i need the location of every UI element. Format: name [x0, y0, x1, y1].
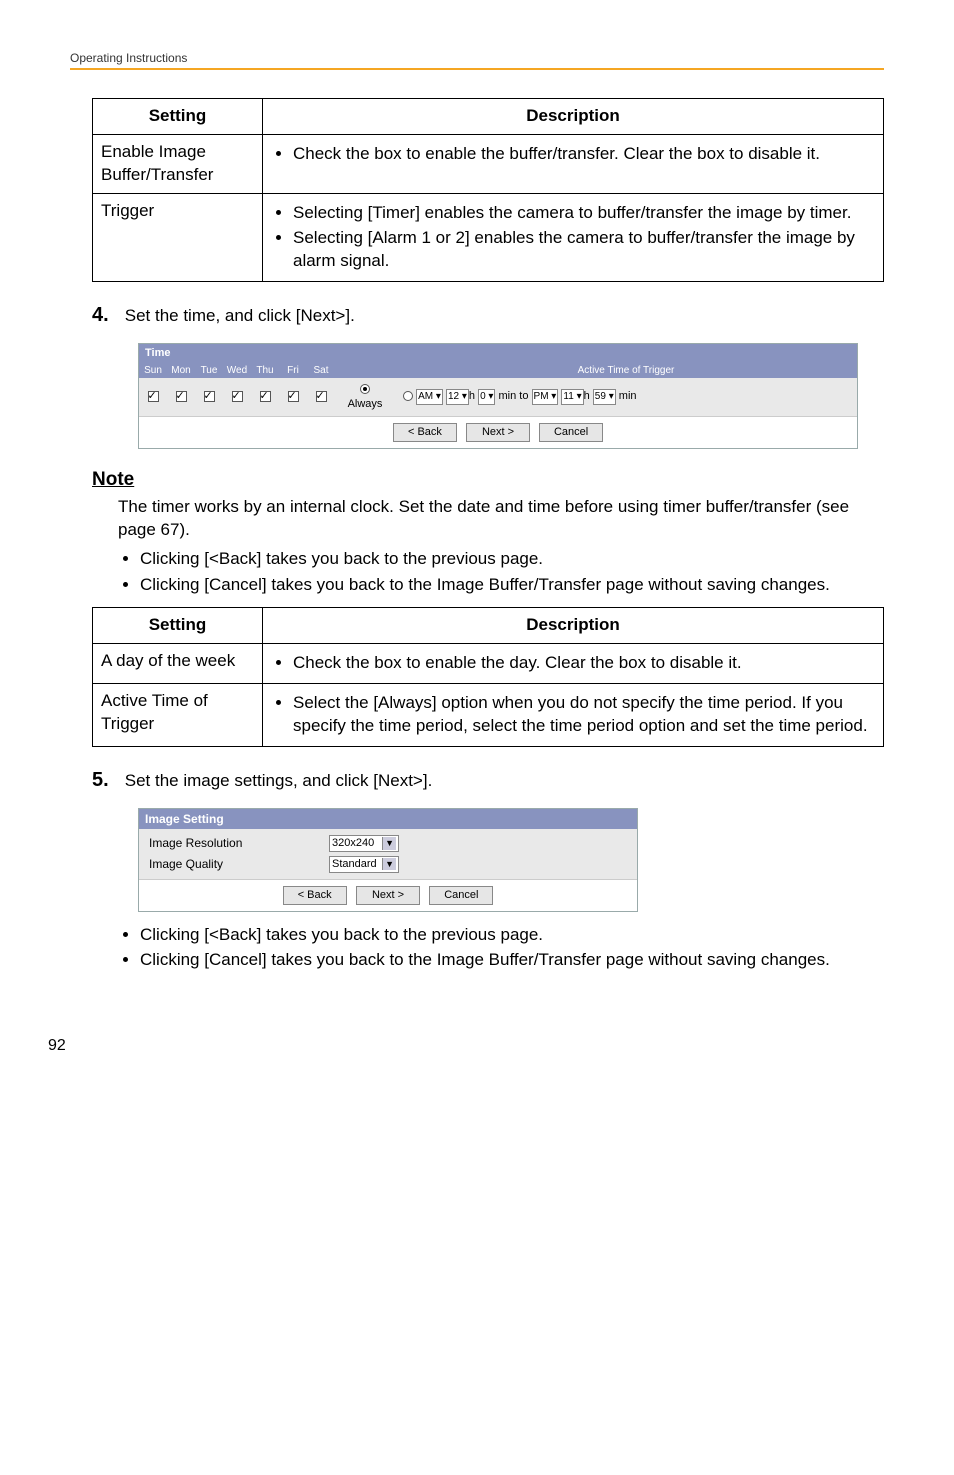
- cell-desc: Check the box to enable the buffer/trans…: [263, 135, 884, 194]
- step-text: Set the image settings, and click [Next>…: [125, 771, 433, 790]
- image-quality-select[interactable]: Standard▼: [329, 856, 399, 873]
- day-head: Sun: [139, 363, 167, 379]
- step-5: 5. Set the image settings, and click [Ne…: [92, 767, 884, 794]
- table-row: Trigger Selecting [Timer] enables the ca…: [93, 194, 884, 282]
- list-item: Clicking [<Back] takes you back to the p…: [140, 924, 884, 947]
- days-value-row: Always AM ▾ 12 ▾h 0 ▾ min to PM ▾ 11 ▾h …: [139, 378, 857, 416]
- ampm-select-2[interactable]: PM ▾: [532, 389, 559, 405]
- next-button[interactable]: Next >: [356, 886, 420, 905]
- page-number: 92: [48, 1035, 66, 1057]
- table-row: A day of the week Check the box to enabl…: [93, 644, 884, 684]
- always-label: Always: [348, 398, 383, 410]
- th-setting: Setting: [93, 608, 263, 644]
- page-header: Operating Instructions: [70, 50, 884, 70]
- day-checkbox-fri[interactable]: [288, 391, 299, 402]
- day-head: Thu: [251, 363, 279, 379]
- day-checkbox-tue[interactable]: [204, 391, 215, 402]
- note-bullet: Clicking [Cancel] takes you back to the …: [140, 574, 884, 597]
- list-item: Clicking [Cancel] takes you back to the …: [140, 949, 884, 972]
- day-checkbox-sat[interactable]: [316, 391, 327, 402]
- day-checkbox-mon[interactable]: [176, 391, 187, 402]
- day-checkbox-wed[interactable]: [232, 391, 243, 402]
- settings-table-1: Setting Description Enable Image Buffer/…: [92, 98, 884, 282]
- button-row: < Back Next > Cancel: [139, 879, 637, 911]
- back-button[interactable]: < Back: [283, 886, 347, 905]
- period-radio[interactable]: [403, 391, 413, 401]
- button-row: < Back Next > Cancel: [139, 416, 857, 448]
- cell-desc: Selecting [Timer] enables the camera to …: [263, 194, 884, 282]
- hour-select-1[interactable]: 12 ▾: [446, 389, 469, 405]
- cell-setting: A day of the week: [93, 644, 263, 684]
- th-setting: Setting: [93, 99, 263, 135]
- day-head: Sat: [307, 363, 335, 379]
- image-resolution-select[interactable]: 320x240▼: [329, 835, 399, 852]
- cell-desc: Check the box to enable the day. Clear t…: [263, 644, 884, 684]
- chevron-down-icon: ▼: [382, 858, 396, 870]
- image-setting-panel: Image Setting Image Resolution 320x240▼ …: [138, 808, 638, 912]
- min-select-2[interactable]: 59 ▾: [593, 389, 616, 405]
- note-bullet: Clicking [<Back] takes you back to the p…: [140, 548, 884, 571]
- h-label: h: [469, 390, 475, 402]
- ampm-select-1[interactable]: AM ▾: [416, 389, 443, 405]
- cancel-button[interactable]: Cancel: [429, 886, 493, 905]
- min-select-1[interactable]: 0 ▾: [478, 389, 495, 405]
- next-button[interactable]: Next >: [466, 423, 530, 442]
- cancel-button[interactable]: Cancel: [539, 423, 603, 442]
- th-description: Description: [263, 608, 884, 644]
- after-image-list: Clicking [<Back] takes you back to the p…: [118, 924, 884, 973]
- settings-table-2: Setting Description A day of the week Ch…: [92, 607, 884, 747]
- day-checkbox-sun[interactable]: [148, 391, 159, 402]
- always-radio[interactable]: [360, 384, 370, 394]
- th-description: Description: [263, 99, 884, 135]
- desc-item: Check the box to enable the buffer/trans…: [293, 143, 875, 166]
- day-head: Wed: [223, 363, 251, 379]
- table-row: Enable Image Buffer/Transfer Check the b…: [93, 135, 884, 194]
- panel-title: Time: [139, 344, 857, 363]
- step-text: Set the time, and click [Next>].: [125, 306, 355, 325]
- time-panel: Time Sun Mon Tue Wed Thu Fri Sat Active …: [138, 343, 858, 449]
- image-resolution-label: Image Resolution: [149, 835, 329, 851]
- table-row: Active Time of Trigger Select the [Alway…: [93, 683, 884, 746]
- note-heading: Note: [92, 467, 884, 493]
- desc-item: Check the box to enable the day. Clear t…: [293, 652, 875, 675]
- cell-setting: Active Time of Trigger: [93, 683, 263, 746]
- note-paragraph: The timer works by an internal clock. Se…: [118, 497, 849, 539]
- day-checkbox-thu[interactable]: [260, 391, 271, 402]
- active-time-header: Active Time of Trigger: [395, 363, 857, 379]
- image-quality-label: Image Quality: [149, 856, 329, 872]
- cell-desc: Select the [Always] option when you do n…: [263, 683, 884, 746]
- chevron-down-icon: ▼: [382, 837, 396, 849]
- step-number: 4.: [92, 302, 120, 329]
- day-head: Tue: [195, 363, 223, 379]
- step-number: 5.: [92, 767, 120, 794]
- desc-item: Selecting [Timer] enables the camera to …: [293, 202, 875, 225]
- cell-setting: Enable Image Buffer/Transfer: [93, 135, 263, 194]
- note-body: The timer works by an internal clock. Se…: [118, 496, 884, 597]
- step-4: 4. Set the time, and click [Next>].: [92, 302, 884, 329]
- day-head: Fri: [279, 363, 307, 379]
- hour-select-2[interactable]: 11 ▾: [561, 389, 583, 405]
- desc-item: Selecting [Alarm 1 or 2] enables the cam…: [293, 227, 875, 273]
- min-end-label: min: [619, 390, 637, 402]
- back-button[interactable]: < Back: [393, 423, 457, 442]
- days-header-row: Sun Mon Tue Wed Thu Fri Sat Active Time …: [139, 363, 857, 379]
- min-to-label: min to: [499, 390, 529, 402]
- h-label: h: [584, 390, 590, 402]
- panel-title: Image Setting: [139, 809, 637, 829]
- desc-item: Select the [Always] option when you do n…: [293, 692, 875, 738]
- cell-setting: Trigger: [93, 194, 263, 282]
- day-head: Mon: [167, 363, 195, 379]
